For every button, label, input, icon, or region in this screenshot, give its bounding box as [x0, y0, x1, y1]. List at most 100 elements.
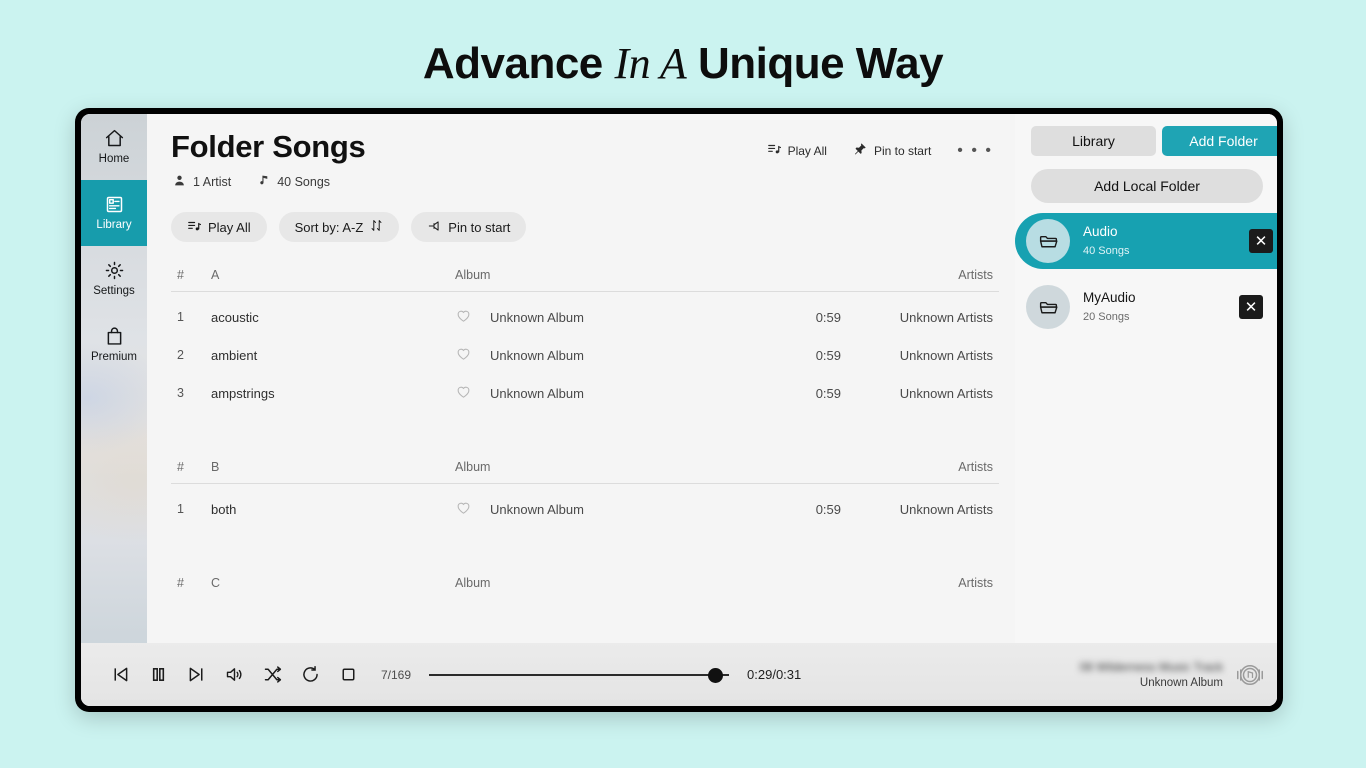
- now-playing-album: Unknown Album: [1139, 677, 1223, 690]
- column-number: #: [177, 460, 184, 475]
- row-title: ambient: [211, 347, 258, 363]
- row-duration: 0:59: [815, 385, 841, 401]
- row-number: 1: [177, 310, 184, 325]
- stop-icon[interactable]: [329, 656, 367, 694]
- panel-tab-row: Library Add Folder: [1015, 126, 1277, 156]
- main-content: Folder Songs Play All Pin to start • • •…: [147, 114, 1015, 706]
- now-playing-visualizer-icon[interactable]: [1235, 660, 1265, 690]
- header-pin-to-start-label: Pin to start: [873, 143, 932, 158]
- row-album: Unknown Album: [490, 347, 584, 363]
- title-row: Folder Songs Play All Pin to start • • •: [147, 114, 1015, 165]
- sidebar-item-library[interactable]: Library: [81, 180, 147, 246]
- remove-folder-button[interactable]: ✕: [1239, 295, 1263, 319]
- folder-text: Audio 40 Songs: [1083, 223, 1129, 259]
- table-row[interactable]: 3 ampstrings Unknown Album 0:59 Unknown …: [169, 374, 1001, 412]
- folder-name: Audio: [1083, 224, 1118, 239]
- table-row[interactable]: 1 both Unknown Album 0:59 Unknown Artist…: [169, 490, 1001, 528]
- header-pin-to-start-button[interactable]: Pin to start: [853, 142, 931, 159]
- right-panel: Library Add Folder Add Local Folder Audi…: [1015, 114, 1277, 706]
- headline-part-2: Unique Way: [686, 39, 944, 88]
- heart-icon[interactable]: [455, 345, 472, 365]
- column-artists: Artists: [958, 576, 993, 591]
- person-icon: [173, 174, 186, 190]
- row-album-cell: Unknown Album: [455, 499, 767, 519]
- sort-arrows-icon: [370, 219, 383, 235]
- folder-item-audio[interactable]: Audio 40 Songs ✕: [1015, 213, 1277, 269]
- sidebar-item-settings[interactable]: Settings: [81, 246, 147, 312]
- table-row[interactable]: 1 acoustic Unknown Album 0:59 Unknown Ar…: [169, 298, 1001, 336]
- player-bar: 7/169 0:29/0:31 08 Wilderness Music Trac…: [81, 643, 1277, 706]
- tab-library[interactable]: Library: [1031, 126, 1156, 156]
- row-title: acoustic: [211, 309, 259, 325]
- sidebar-item-home-label: Home: [98, 153, 130, 166]
- next-icon[interactable]: [177, 656, 215, 694]
- seek-handle[interactable]: [708, 667, 724, 683]
- play-all-button[interactable]: Play All: [171, 212, 267, 243]
- table-row[interactable]: 2 ambient Unknown Album 0:59 Unknown Art…: [169, 336, 1001, 374]
- pin-to-start-button[interactable]: Pin to start: [411, 212, 527, 243]
- pause-icon[interactable]: [139, 656, 177, 694]
- row-number: 1: [177, 502, 184, 517]
- repeat-icon[interactable]: [291, 656, 329, 694]
- track-group-b-header: # B Album Artists: [169, 460, 1001, 483]
- remove-folder-button[interactable]: ✕: [1249, 229, 1273, 253]
- pin-to-start-label: Pin to start: [448, 219, 511, 235]
- track-group-c-header: # C Album Artists: [169, 576, 1001, 599]
- track-group-a-header: # A Album Artists: [169, 268, 1001, 291]
- music-note-icon: [257, 173, 270, 190]
- row-duration: 0:59: [815, 309, 841, 325]
- sort-by-button[interactable]: Sort by: A-Z: [278, 212, 400, 243]
- add-local-folder-button[interactable]: Add Local Folder: [1031, 169, 1263, 203]
- row-number: 3: [177, 386, 184, 401]
- row-duration: 0:59: [815, 347, 841, 363]
- folder-songs-panel: Folder Songs Play All Pin to start • • •…: [147, 114, 1015, 643]
- heart-icon[interactable]: [455, 499, 472, 519]
- sidebar-item-library-label: Library: [96, 219, 132, 232]
- row-album: Unknown Album: [490, 385, 584, 401]
- sidebar-item-home[interactable]: Home: [81, 114, 147, 180]
- previous-icon[interactable]: [101, 656, 139, 694]
- column-artists: Artists: [958, 268, 993, 283]
- folder-item-myaudio[interactable]: MyAudio 20 Songs ✕: [1015, 279, 1277, 335]
- group-letter-a: A: [211, 268, 220, 283]
- group-letter-b: B: [211, 460, 220, 475]
- left-sidebar: Home Library Settings Premium: [81, 114, 147, 706]
- add-folder-button[interactable]: Add Folder: [1161, 126, 1277, 156]
- divider: [171, 291, 999, 293]
- row-album-cell: Unknown Album: [455, 345, 767, 365]
- column-album: Album: [455, 576, 491, 591]
- headline-part-1: Advance: [422, 39, 615, 88]
- sidebar-item-premium-label: Premium: [90, 351, 137, 364]
- row-artists: Unknown Artists: [899, 501, 993, 517]
- app-window: Home Library Settings Premium Folder Son…: [75, 108, 1283, 712]
- sidebar-item-premium[interactable]: Premium: [81, 312, 147, 378]
- heart-icon[interactable]: [455, 307, 472, 327]
- track-list: # A Album Artists 1 acoustic Unknown Alb…: [147, 242, 1015, 599]
- action-pill-row: Play All Sort by: A-Z Pin to start: [147, 190, 1015, 243]
- row-title: ampstrings: [211, 385, 275, 401]
- track-counter: 7/169: [381, 667, 412, 682]
- track-group-a: # A Album Artists 1 acoustic Unknown Alb…: [147, 268, 1015, 412]
- page-title: Folder Songs: [171, 129, 366, 164]
- row-number: 2: [177, 348, 184, 363]
- heart-icon[interactable]: [455, 383, 472, 403]
- playlist-icon: [767, 142, 781, 159]
- now-playing-title: 08 Wilderness Music Track: [1079, 659, 1223, 674]
- home-icon: [104, 128, 125, 149]
- divider: [171, 483, 999, 485]
- artist-count-label: 1 Artist: [193, 174, 232, 189]
- row-album: Unknown Album: [490, 501, 584, 517]
- folder-icon: [1026, 219, 1070, 263]
- gear-icon: [104, 260, 125, 281]
- header-play-all-button[interactable]: Play All: [767, 142, 827, 159]
- group-letter-c: C: [211, 576, 221, 591]
- header-play-all-label: Play All: [787, 143, 827, 158]
- more-options-button[interactable]: • • •: [957, 142, 993, 159]
- seek-slider[interactable]: [429, 666, 730, 684]
- folder-song-count: 40 Songs: [1083, 245, 1130, 257]
- shuffle-icon[interactable]: [253, 656, 291, 694]
- volume-icon[interactable]: [215, 656, 253, 694]
- column-number: #: [177, 268, 184, 283]
